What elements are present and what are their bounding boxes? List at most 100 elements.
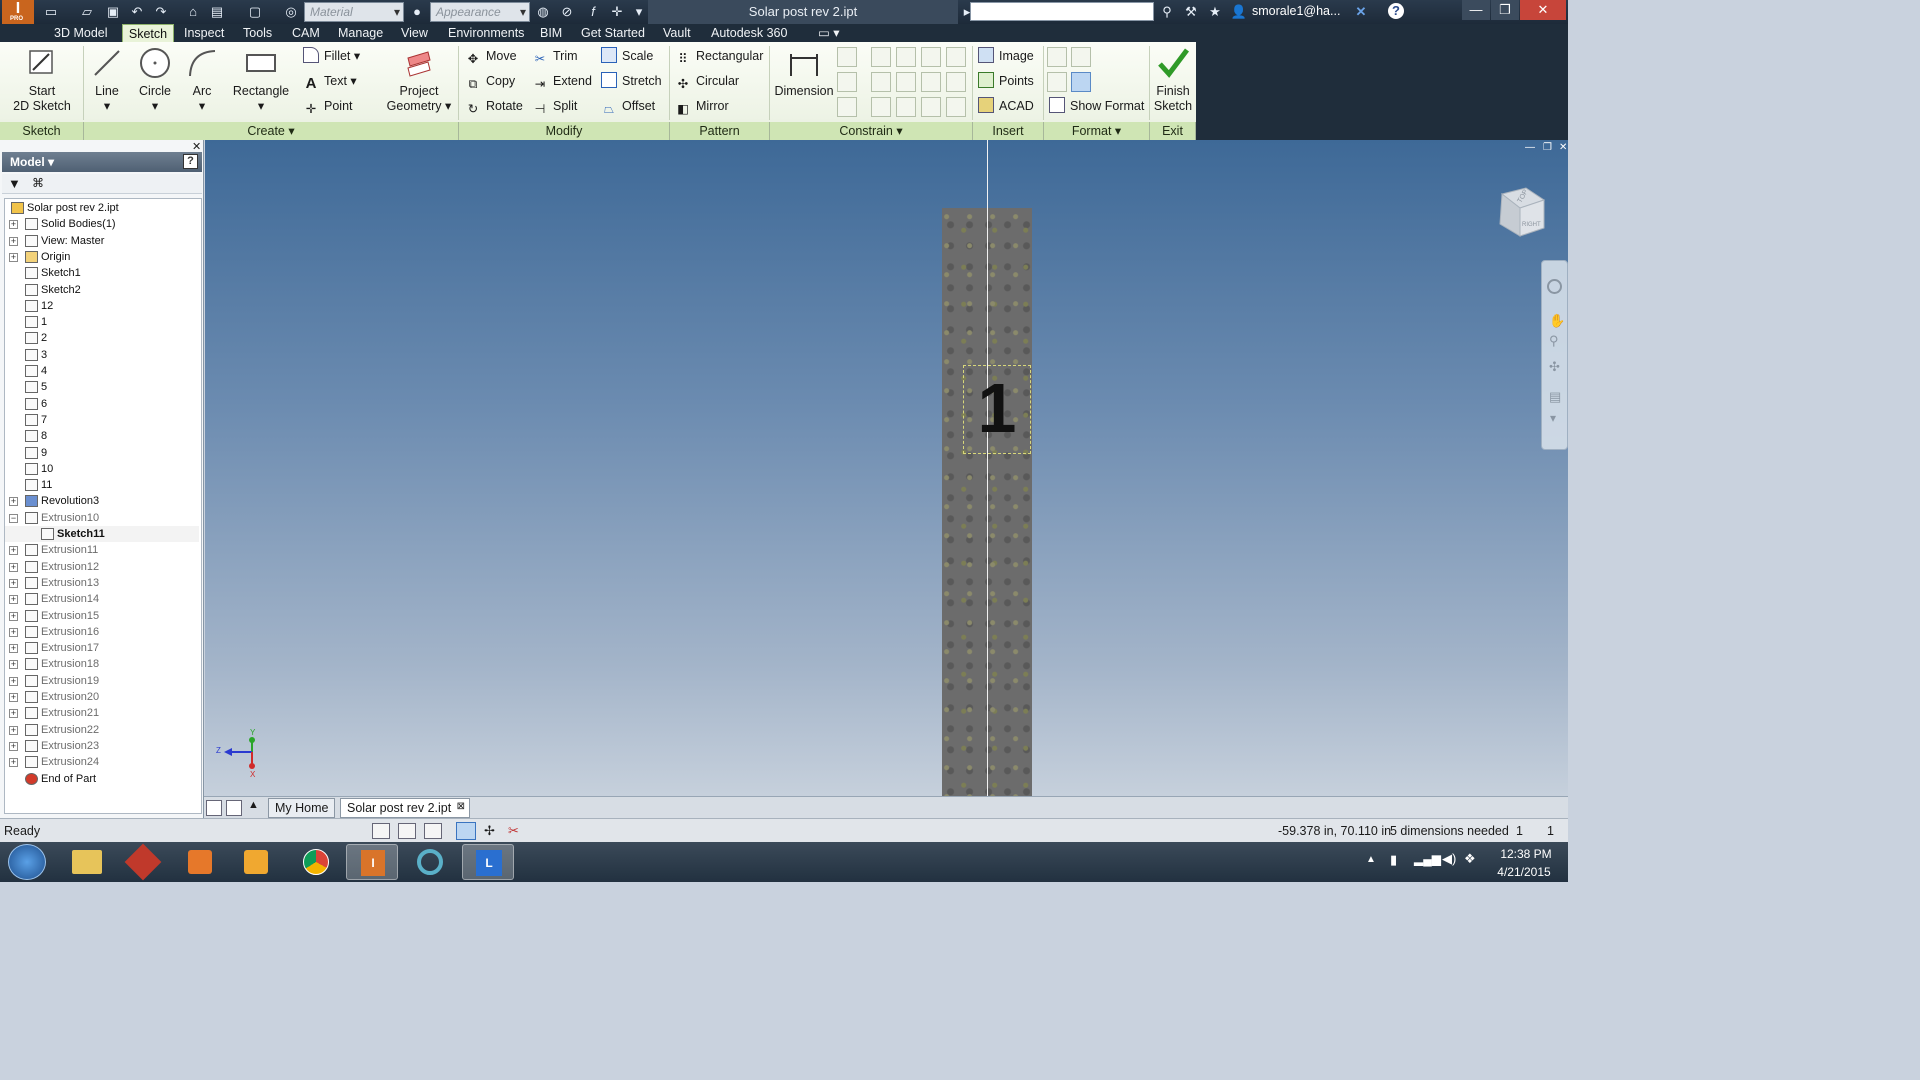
look-at-icon[interactable]: ▤ bbox=[1549, 389, 1561, 405]
panel-label-create[interactable]: Create ▾ bbox=[84, 122, 459, 140]
media-player-icon[interactable] bbox=[174, 844, 226, 880]
tab-view[interactable]: View bbox=[399, 24, 430, 42]
steering-wheel-icon[interactable] bbox=[1547, 279, 1562, 294]
project-icon[interactable]: ▤ bbox=[208, 3, 226, 21]
text-button[interactable]: A Text ▾ bbox=[303, 71, 357, 92]
tray-device-icon[interactable]: ▮ bbox=[1390, 852, 1397, 868]
expand-icon[interactable]: + bbox=[9, 709, 18, 719]
sketch-text-box[interactable]: 1 bbox=[963, 365, 1031, 454]
expand-icon[interactable]: + bbox=[9, 562, 18, 572]
restore-button[interactable]: ❐ bbox=[1491, 0, 1519, 20]
tree-node[interactable]: Sketch11 bbox=[5, 526, 199, 542]
tray-volume-icon[interactable]: ◀) bbox=[1442, 851, 1456, 867]
browser-help-icon[interactable]: ? bbox=[183, 154, 198, 169]
user-name[interactable]: smorale1@ha... bbox=[1252, 4, 1340, 18]
search-input[interactable] bbox=[970, 2, 1154, 21]
expand-icon[interactable]: + bbox=[9, 660, 18, 670]
circle-button[interactable]: Circle ▾ bbox=[134, 46, 176, 114]
start-orb-icon[interactable] bbox=[8, 844, 46, 880]
expand-icon[interactable]: + bbox=[9, 497, 18, 507]
doc-tab-close-icon[interactable]: ⊠ bbox=[457, 797, 465, 816]
fillet-button[interactable]: Fillet ▾ bbox=[303, 46, 360, 66]
insert-image-button[interactable]: Image bbox=[978, 46, 1034, 66]
explorer-folder-icon[interactable] bbox=[62, 844, 114, 880]
parallel-icon[interactable] bbox=[871, 72, 891, 92]
status-tool-3-icon[interactable] bbox=[424, 823, 442, 839]
insert-points-button[interactable]: Points bbox=[978, 71, 1034, 91]
ribbon-options-icon[interactable]: ▭ ▾ bbox=[816, 24, 842, 42]
show-format-button[interactable]: Show Format bbox=[1049, 96, 1144, 116]
expand-icon[interactable]: + bbox=[9, 252, 18, 262]
minimize-button[interactable]: — bbox=[1462, 0, 1490, 20]
appearance-combo[interactable]: Appearance bbox=[430, 2, 530, 22]
mirror-button[interactable]: ◧ Mirror bbox=[675, 96, 729, 116]
expand-icon[interactable]: + bbox=[9, 627, 18, 637]
driven-dimension-icon[interactable] bbox=[1071, 47, 1091, 67]
graphics-viewport[interactable]: — ❐ ✕ bbox=[205, 140, 1568, 796]
status-tool-2-icon[interactable] bbox=[398, 823, 416, 839]
expand-icon[interactable]: + bbox=[9, 741, 18, 751]
dimension-button[interactable]: Dimension bbox=[773, 46, 835, 99]
tab-get-started[interactable]: Get Started bbox=[579, 24, 647, 42]
panel-label-format[interactable]: Format ▾ bbox=[1044, 122, 1150, 140]
constraint-settings-icon[interactable] bbox=[837, 97, 857, 117]
open-icon[interactable]: ▱ bbox=[78, 3, 96, 21]
sync-app-icon[interactable] bbox=[404, 844, 456, 880]
concentric-icon[interactable] bbox=[921, 47, 941, 67]
tab-3d-model[interactable]: 3D Model bbox=[52, 24, 110, 42]
tray-dropbox-icon[interactable]: ❖ bbox=[1464, 851, 1476, 867]
adjust-icon[interactable]: ◍ bbox=[534, 3, 552, 21]
chrome-icon[interactable] bbox=[290, 844, 342, 880]
rectangle-button[interactable]: Rectangle ▾ bbox=[230, 46, 292, 114]
help-icon[interactable]: ? bbox=[1388, 3, 1404, 19]
move-button[interactable]: ✥ Move bbox=[465, 46, 517, 66]
expand-icon[interactable]: + bbox=[9, 595, 18, 605]
arc-button[interactable]: Arc ▾ bbox=[182, 46, 222, 114]
line-button[interactable]: Line ▾ bbox=[88, 46, 126, 114]
browser-header[interactable]: Model ▾ ? bbox=[2, 152, 202, 172]
symmetric-icon[interactable] bbox=[921, 97, 941, 117]
rectangular-pattern-button[interactable]: ⠿ Rectangular bbox=[675, 46, 763, 66]
clock-date[interactable]: 4/21/2015 bbox=[1490, 865, 1558, 879]
tab-solar-post[interactable]: Solar post rev 2.ipt ⊠ bbox=[340, 798, 470, 818]
show-constraints-icon[interactable] bbox=[837, 72, 857, 92]
clock-time[interactable]: 12:38 PM bbox=[1496, 847, 1556, 861]
app-logo-icon[interactable]: I PRO bbox=[2, 0, 34, 24]
auto-dimension-icon[interactable] bbox=[837, 47, 857, 67]
zoom-icon[interactable]: ⚲ bbox=[1549, 333, 1559, 349]
offset-button[interactable]: ⏢ Offset bbox=[601, 96, 655, 116]
new-icon[interactable]: ▭ bbox=[42, 3, 60, 21]
outlook-icon[interactable] bbox=[230, 844, 282, 880]
expand-icon[interactable]: + bbox=[9, 758, 18, 768]
rotate-button[interactable]: ↻ Rotate bbox=[465, 96, 523, 116]
status-tool-6-icon[interactable]: ✂ bbox=[508, 823, 524, 839]
orbit-icon[interactable]: ✣ bbox=[1549, 359, 1560, 375]
panel-label-constrain[interactable]: Constrain ▾ bbox=[770, 122, 973, 140]
viewport-minimize-icon[interactable]: — bbox=[1525, 142, 1535, 153]
expand-icon[interactable]: + bbox=[9, 546, 18, 556]
tangent-icon[interactable] bbox=[871, 97, 891, 117]
project-geometry-button[interactable]: Project Geometry ▾ bbox=[386, 46, 452, 114]
coincident-icon[interactable] bbox=[871, 47, 891, 67]
redo-icon[interactable]: ↷ bbox=[152, 3, 170, 21]
circular-pattern-button[interactable]: ✣ Circular bbox=[675, 71, 739, 91]
viewport-close-icon[interactable]: ✕ bbox=[1559, 142, 1567, 153]
tile-windows-icon[interactable] bbox=[206, 800, 222, 816]
favorites-star-icon[interactable]: ★ bbox=[1206, 3, 1224, 21]
lync-icon[interactable]: L bbox=[462, 844, 514, 880]
exchange-icon[interactable]: ✕ bbox=[1352, 3, 1370, 21]
viewcube[interactable]: TOP RIGHT bbox=[1496, 186, 1546, 238]
expand-icon[interactable]: + bbox=[9, 611, 18, 621]
status-tool-5-icon[interactable]: ✢ bbox=[484, 823, 500, 839]
equal-icon[interactable] bbox=[946, 97, 966, 117]
tab-environments[interactable]: Environments bbox=[446, 24, 526, 42]
find-binoculars-icon[interactable]: ⌘ bbox=[32, 176, 44, 190]
tab-inspect[interactable]: Inspect bbox=[182, 24, 226, 42]
point-button[interactable]: ✛ Point bbox=[303, 96, 353, 116]
status-tool-4-icon[interactable] bbox=[456, 822, 476, 840]
inventor-taskbar-icon[interactable]: I bbox=[346, 844, 398, 880]
cascade-windows-icon[interactable] bbox=[226, 800, 242, 816]
autodesk-360-icon[interactable] bbox=[118, 843, 170, 881]
appearance-sphere-icon[interactable]: ● bbox=[408, 3, 426, 21]
copy-button[interactable]: ⧉ Copy bbox=[465, 71, 516, 91]
